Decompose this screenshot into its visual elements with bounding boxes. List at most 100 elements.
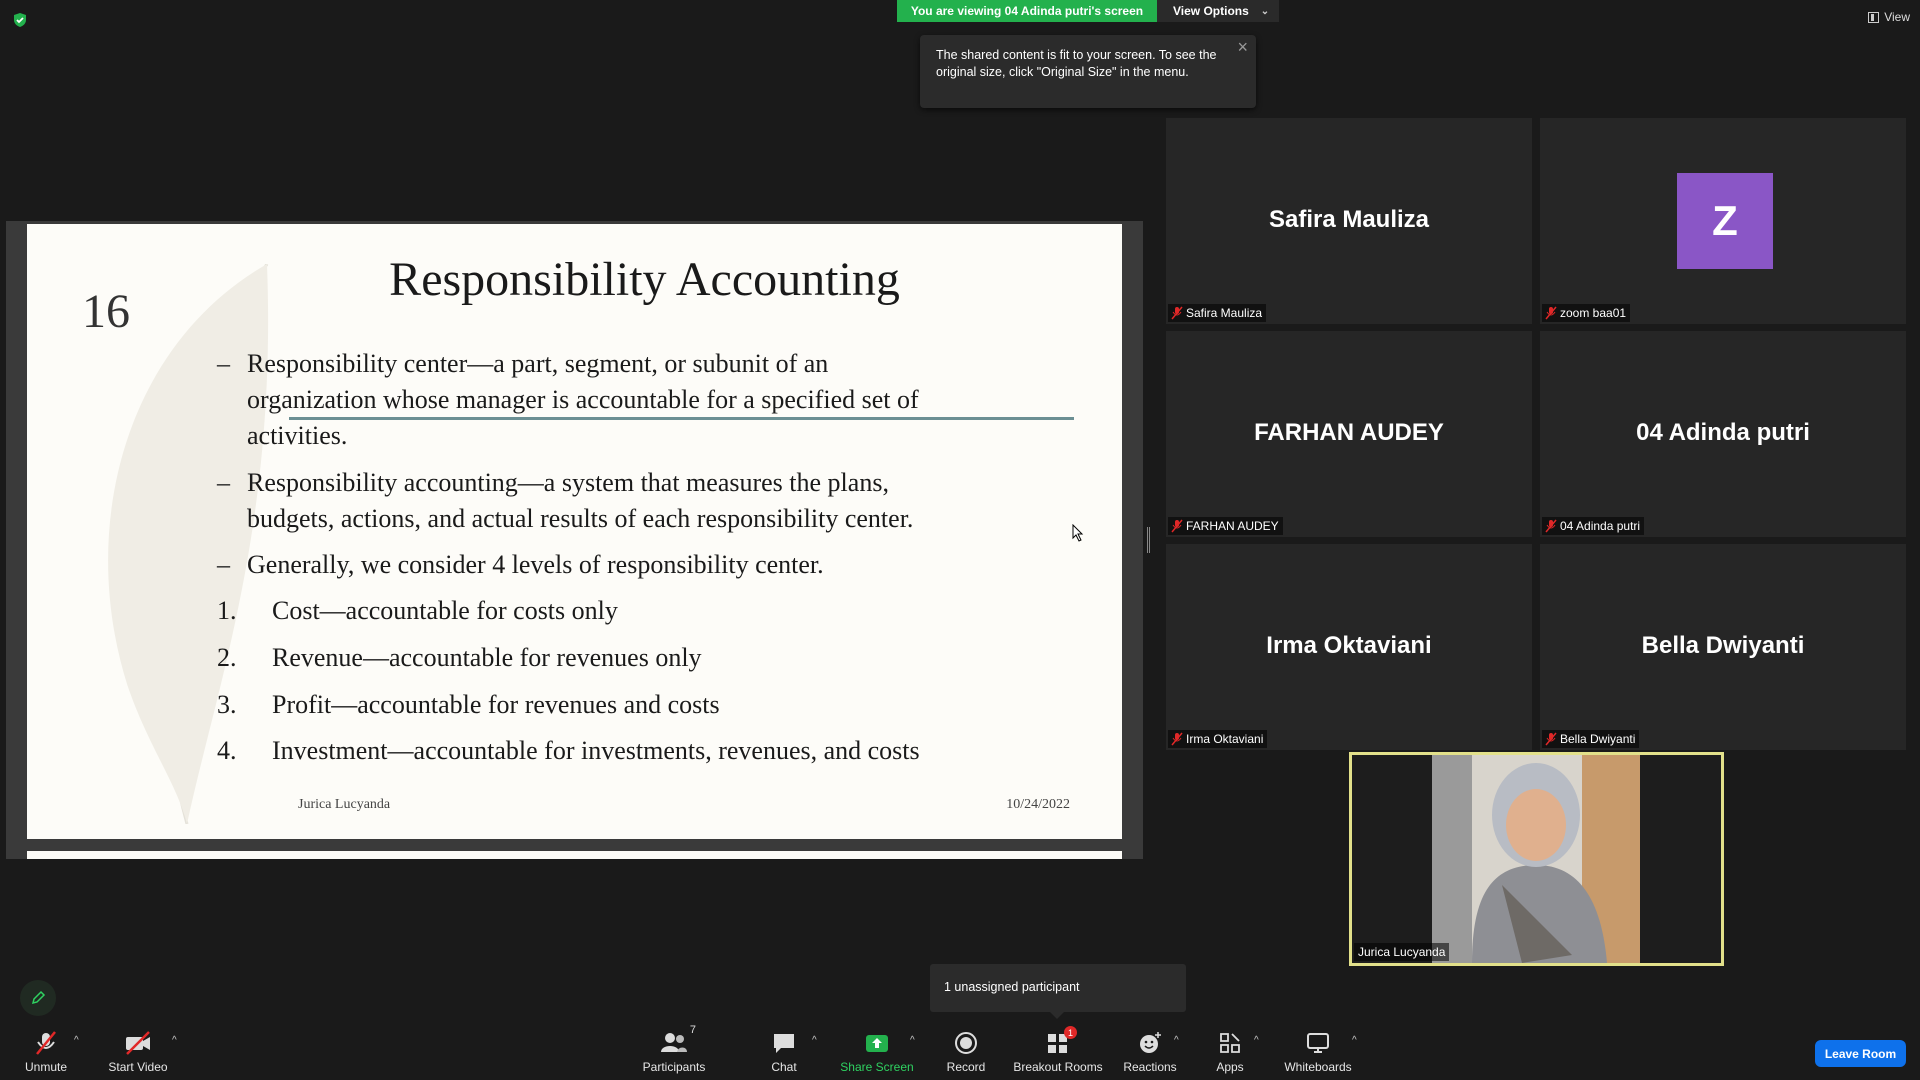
next-slide-edge <box>27 851 1122 859</box>
participant-tile[interactable]: Bella Dwiyanti Bella Dwiyanti <box>1540 544 1906 750</box>
chat-button[interactable]: Chat <box>766 1030 802 1074</box>
view-options-label: View Options <box>1173 4 1249 18</box>
bullet-line: organization whose manager is accountabl… <box>247 385 919 414</box>
chat-options-chevron-icon[interactable]: ^ <box>812 1035 817 1046</box>
participant-tile[interactable]: 04 Adinda putri 04 Adinda putri <box>1540 331 1906 537</box>
level-text: Revenue—accountable for revenues only <box>272 643 702 672</box>
chat-bubble-icon <box>774 1034 794 1053</box>
muted-mic-icon <box>1545 732 1557 746</box>
start-video-button[interactable]: Start Video <box>108 1030 168 1074</box>
leave-room-button[interactable]: Leave Room <box>1815 1040 1906 1067</box>
participant-label-text: Bella Dwiyanti <box>1560 732 1636 746</box>
share-options-chevron-icon[interactable]: ^ <box>910 1035 915 1046</box>
reactions-label: Reactions <box>1123 1060 1177 1074</box>
participant-label-text: 04 Adinda putri <box>1560 519 1641 533</box>
whiteboard-icon <box>1307 1033 1329 1053</box>
share-screen-label: Share Screen <box>840 1060 914 1074</box>
participant-label: Bella Dwiyanti <box>1542 730 1640 748</box>
record-button[interactable]: Record <box>944 1030 988 1074</box>
slide-footer-author: Jurica Lucyanda <box>298 797 391 812</box>
muted-mic-icon <box>1171 519 1183 533</box>
avatar: Z <box>1677 173 1773 269</box>
audio-options-chevron-icon[interactable]: ^ <box>74 1035 79 1046</box>
level-number: 1. <box>217 596 237 625</box>
participant-tile[interactable]: FARHAN AUDEY FARHAN AUDEY <box>1166 331 1532 537</box>
text-underline <box>289 417 1074 420</box>
mouse-cursor-icon <box>1072 524 1084 542</box>
apps-button[interactable]: Apps <box>1212 1030 1248 1074</box>
panel-resize-handle[interactable] <box>1147 527 1150 553</box>
participant-tile[interactable]: Z zoom baa01 <box>1540 118 1906 324</box>
level-text: Profit—accountable for revenues and cost… <box>272 690 720 719</box>
apps-options-chevron-icon[interactable]: ^ <box>1254 1035 1259 1046</box>
muted-mic-icon <box>1171 306 1183 320</box>
fit-screen-tooltip: The shared content is fit to your screen… <box>920 35 1256 108</box>
bullet-dash: – <box>217 550 230 579</box>
participant-label-text: zoom baa01 <box>1560 306 1627 320</box>
annotate-pencil-button[interactable] <box>20 980 56 1016</box>
grid-view-icon <box>1868 11 1880 23</box>
share-screen-button[interactable]: Share Screen <box>840 1030 914 1074</box>
unassigned-text: 1 unassigned participant <box>944 980 1080 994</box>
participant-label: 04 Adinda putri <box>1542 517 1645 535</box>
muted-mic-icon <box>1171 732 1183 746</box>
breakout-badge: 1 <box>1064 1026 1077 1039</box>
participant-name-display: FARHAN AUDEY <box>1254 419 1444 446</box>
video-options-chevron-icon[interactable]: ^ <box>172 1035 177 1046</box>
participant-label: Irma Oktaviani <box>1168 730 1268 748</box>
view-label: View <box>1884 10 1910 24</box>
slide-footer-date: 10/24/2022 <box>1006 797 1070 812</box>
participant-label: zoom baa01 <box>1542 304 1631 322</box>
unmute-button[interactable]: Unmute <box>22 1030 70 1074</box>
view-options-button[interactable]: View Options ⌄ <box>1157 0 1279 22</box>
level-text: Investment—accountable for investments, … <box>272 736 920 765</box>
level-number: 2. <box>217 643 237 672</box>
participant-name-display: Safira Mauliza <box>1268 206 1430 233</box>
pencil-icon <box>31 990 46 1005</box>
reactions-options-chevron-icon[interactable]: ^ <box>1174 1035 1179 1046</box>
whiteboards-options-chevron-icon[interactable]: ^ <box>1352 1035 1357 1046</box>
share-screen-icon <box>866 1035 888 1052</box>
start-video-label: Start Video <box>108 1060 168 1074</box>
participant-label-text: Safira Mauliza <box>1186 306 1263 320</box>
muted-mic-icon <box>1545 519 1557 533</box>
active-speaker-tile[interactable]: Jurica Lucyanda <box>1349 752 1724 966</box>
participant-name-display: Bella Dwiyanti <box>1641 632 1805 659</box>
level-item: 2. Revenue—accountable for revenues only <box>217 643 702 673</box>
viewing-screen-banner: You are viewing 04 Adinda putri's screen <box>897 0 1157 22</box>
smiley-icon <box>1140 1032 1161 1053</box>
unassigned-participant-popup[interactable]: 1 unassigned participant <box>930 964 1186 1019</box>
participant-label: Safira Mauliza <box>1168 304 1267 322</box>
participants-button[interactable]: 7 Participants <box>640 1024 708 1074</box>
record-label: Record <box>946 1060 986 1074</box>
participant-label-text: Irma Oktaviani <box>1186 732 1264 746</box>
bullet-levels: – Generally, we consider 4 levels of res… <box>217 547 824 583</box>
bullet-line: Responsibility center—a part, segment, o… <box>247 349 829 378</box>
muted-mic-icon <box>1545 306 1557 320</box>
close-icon[interactable]: × <box>1237 38 1248 56</box>
whiteboards-button[interactable]: Whiteboards <box>1282 1030 1354 1074</box>
tooltip-text: The shared content is fit to your screen… <box>936 48 1217 79</box>
security-shield-icon[interactable] <box>12 12 28 28</box>
participant-tile[interactable]: Irma Oktaviani Irma Oktaviani <box>1166 544 1532 750</box>
bullet-line: Responsibility accounting—a system that … <box>247 468 889 497</box>
participant-tile[interactable]: Safira Mauliza Safira Mauliza <box>1166 118 1532 324</box>
apps-label: Apps <box>1216 1060 1244 1074</box>
level-item: 1. Cost—accountable for costs only <box>217 596 618 626</box>
participant-label-text: FARHAN AUDEY <box>1186 519 1279 533</box>
unmute-label: Unmute <box>24 1060 68 1074</box>
breakout-rooms-button[interactable]: 1 Breakout Rooms <box>1012 1026 1104 1074</box>
reactions-button[interactable]: Reactions <box>1122 1030 1178 1074</box>
level-item: 3. Profit—accountable for revenues and c… <box>217 690 720 720</box>
bullet-responsibility-center: – Responsibility center—a part, segment,… <box>217 346 919 454</box>
muted-mic-icon <box>36 1031 56 1055</box>
view-button[interactable]: View <box>1868 10 1910 24</box>
participants-label: Participants <box>642 1060 706 1074</box>
bullet-line: Generally, we consider 4 levels of respo… <box>247 550 824 579</box>
level-number: 4. <box>217 736 237 765</box>
speaker-video <box>1432 755 1640 963</box>
participant-name-display: 04 Adinda putri <box>1636 419 1810 446</box>
speaker-label: Jurica Lucyanda <box>1354 943 1450 961</box>
participant-name-display: Irma Oktaviani <box>1266 632 1432 659</box>
presentation-slide: 16 Responsibility Accounting – Responsib… <box>27 224 1122 839</box>
